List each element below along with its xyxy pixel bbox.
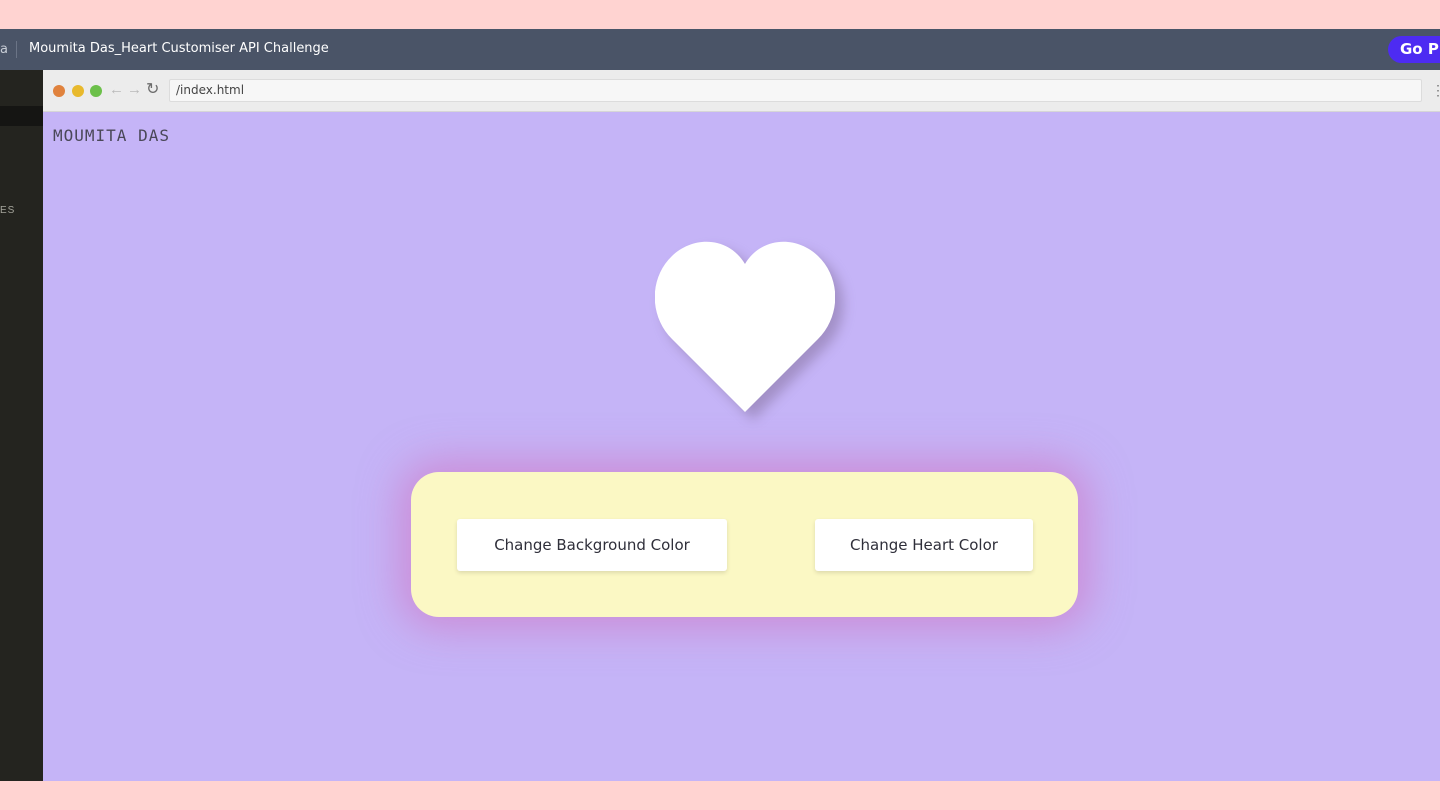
controls-panel: Change Background Color Change Heart Col…	[411, 472, 1078, 617]
browser-toolbar: ← → ↻ /index.html ⋮	[43, 70, 1440, 112]
app-header: a Moumita Das_Heart Customiser API Chall…	[0, 29, 1440, 70]
sidebar-section-label[interactable]: ES	[0, 205, 15, 216]
window-close-dot[interactable]	[53, 85, 65, 97]
url-bar[interactable]: /index.html	[169, 79, 1422, 102]
heart-icon	[655, 241, 835, 412]
window-maximize-dot[interactable]	[90, 85, 102, 97]
breadcrumb-separator	[16, 41, 17, 58]
heart-shape	[655, 241, 835, 412]
reload-icon[interactable]: ↻	[146, 81, 159, 99]
sidebar-active-strip[interactable]	[0, 106, 43, 126]
breadcrumb-prefix[interactable]: a	[0, 42, 8, 57]
arrow-left-icon[interactable]: ←	[109, 81, 124, 99]
change-background-color-button[interactable]: Change Background Color	[457, 519, 727, 571]
browser-preview: ← → ↻ /index.html ⋮ MOUMITA DAS Change B…	[43, 70, 1440, 781]
editor-sidebar: ES	[0, 70, 43, 781]
window-minimize-dot[interactable]	[72, 85, 84, 97]
change-heart-color-button[interactable]: Change Heart Color	[815, 519, 1033, 571]
go-pro-button[interactable]: Go Pr	[1388, 36, 1440, 63]
author-name: MOUMITA DAS	[53, 126, 170, 145]
app-frame: a Moumita Das_Heart Customiser API Chall…	[0, 29, 1440, 781]
more-vertical-icon[interactable]: ⋮	[1431, 81, 1440, 99]
project-title[interactable]: Moumita Das_Heart Customiser API Challen…	[29, 41, 329, 56]
arrow-right-icon[interactable]: →	[127, 81, 142, 99]
page-content: MOUMITA DAS Change Background Color Chan…	[43, 112, 1440, 781]
